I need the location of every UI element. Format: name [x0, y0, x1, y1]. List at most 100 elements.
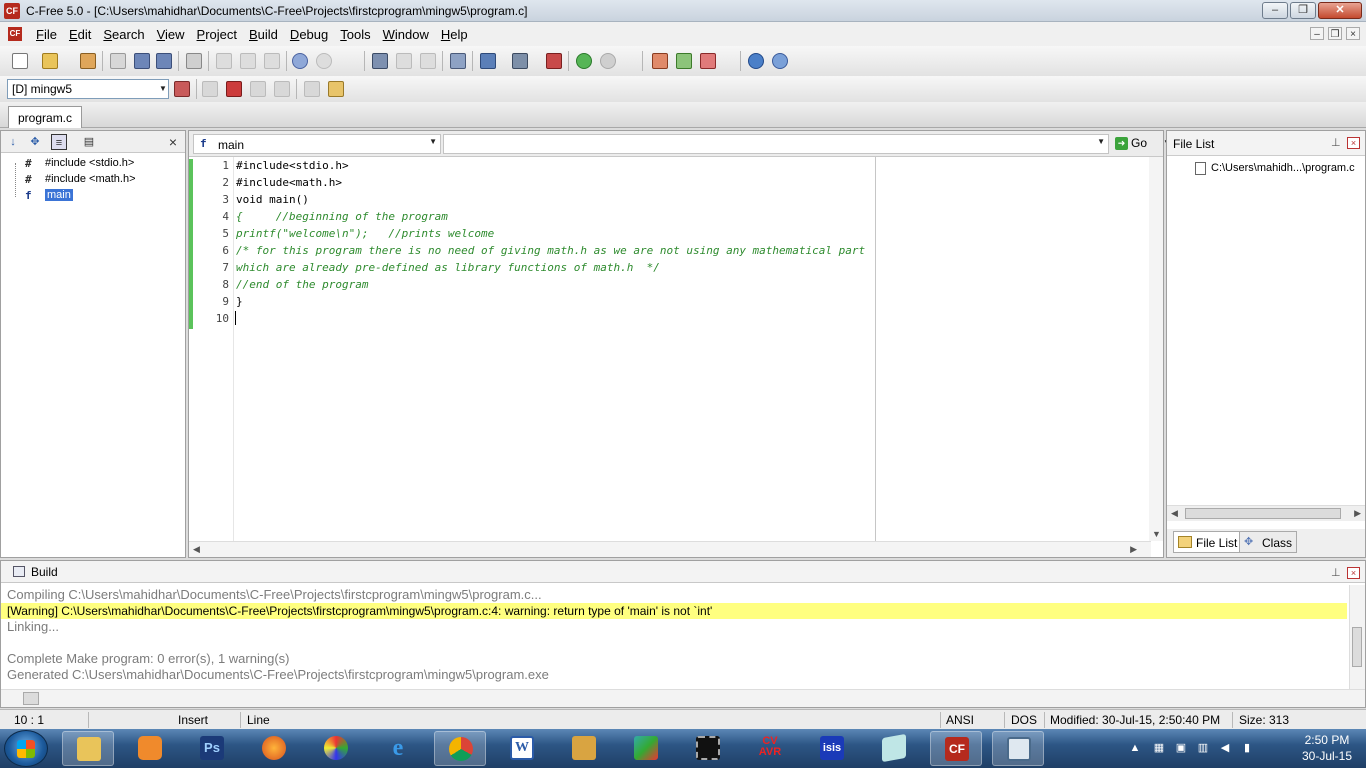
media-player-icon[interactable] — [124, 731, 176, 766]
tree-item-main[interactable]: main — [45, 189, 73, 201]
forward-arrow-icon[interactable] — [600, 53, 616, 69]
mdi-minimize-button[interactable]: – — [1310, 27, 1324, 40]
start-button[interactable] — [4, 730, 48, 767]
word-icon[interactable]: W — [496, 731, 548, 766]
code-line[interactable]: /* for this program there is no need of … — [236, 242, 865, 259]
build-log-line[interactable] — [1, 635, 1347, 651]
menu-help[interactable]: Help — [435, 27, 474, 42]
new-file-icon[interactable] — [12, 53, 28, 69]
tab-file-list[interactable]: File List — [1173, 531, 1243, 553]
pin-icon[interactable]: ⊥ — [1331, 136, 1341, 149]
file-list-item[interactable]: C:\Users\mahidh...\program.c — [1195, 162, 1355, 175]
action-center-icon[interactable]: ▦ — [1152, 741, 1166, 755]
redo-icon[interactable] — [316, 53, 332, 69]
internet-explorer-icon[interactable]: e — [372, 731, 424, 766]
replace-icon[interactable] — [420, 53, 436, 69]
power-icon[interactable]: ▮ — [1240, 741, 1254, 755]
firefox-icon[interactable] — [248, 731, 300, 766]
run-icon[interactable] — [202, 81, 218, 97]
isis-icon[interactable]: isis — [806, 731, 858, 766]
function-select[interactable]: f main ▼ — [193, 134, 441, 154]
mdi-restore-button[interactable]: ❐ — [1328, 27, 1342, 40]
c-free-app-icon[interactable]: CF — [4, 3, 20, 19]
chip-icon[interactable] — [682, 731, 734, 766]
compile-icon[interactable] — [480, 53, 496, 69]
bookmark-next-icon[interactable] — [676, 53, 692, 69]
close-icon[interactable]: × — [1347, 567, 1360, 579]
find-in-files-icon[interactable] — [450, 53, 466, 69]
find-icon[interactable] — [372, 53, 388, 69]
copy-icon[interactable] — [240, 53, 256, 69]
menu-search[interactable]: Search — [97, 27, 150, 42]
scroll-thumb[interactable] — [23, 692, 39, 705]
file-list-horizontal-scrollbar[interactable]: ◀ ▶ — [1167, 505, 1365, 521]
build-warning-line[interactable]: [Warning] C:\Users\mahidhar\Documents\C-… — [1, 603, 1347, 619]
build-log-line[interactable]: Generated C:\Users\mahidhar\Documents\C-… — [1, 667, 1347, 683]
scroll-right-icon[interactable]: ▶ — [1130, 544, 1137, 555]
notes-icon[interactable] — [868, 731, 920, 766]
print-icon[interactable] — [186, 53, 202, 69]
open-project-icon[interactable] — [80, 53, 96, 69]
scroll-down-icon[interactable]: ▼ — [1152, 529, 1161, 539]
code-line[interactable]: which are already pre-defined as library… — [236, 259, 660, 276]
chevron-down-icon[interactable]: ▼ — [1097, 137, 1105, 146]
sort-icon[interactable]: ↓ — [5, 134, 21, 150]
tab-class[interactable]: ✥ Class — [1239, 531, 1298, 553]
code-line[interactable]: printf("welcome\n"); //prints welcome — [236, 225, 494, 242]
menu-edit[interactable]: Edit — [63, 27, 97, 42]
build-log-line[interactable]: Compiling C:\Users\mahidhar\Documents\C-… — [1, 587, 1347, 603]
menu-project[interactable]: Project — [191, 27, 243, 42]
breakpoint-icon[interactable] — [304, 81, 320, 97]
menu-tools[interactable]: Tools — [334, 27, 376, 42]
back-arrow-icon[interactable] — [576, 53, 592, 69]
undo-icon[interactable] — [292, 53, 308, 69]
explorer-icon[interactable] — [62, 731, 114, 766]
symbol-select[interactable]: ▼ — [443, 134, 1109, 154]
show-hidden-icons-icon[interactable]: ▲ — [1128, 741, 1142, 755]
close-file-icon[interactable] — [110, 53, 126, 69]
stop-build-icon[interactable] — [546, 53, 562, 69]
code-line[interactable]: { //beginning of the program — [236, 208, 448, 225]
scroll-right-icon[interactable]: ▶ — [1354, 508, 1361, 519]
close-button[interactable]: ✕ — [1318, 2, 1362, 19]
code-line[interactable]: //end of the program — [236, 276, 368, 293]
info-icon[interactable] — [772, 53, 788, 69]
chevron-down-icon[interactable]: ▼ — [159, 81, 167, 97]
code-line[interactable]: #include<math.h> — [236, 174, 342, 191]
help-icon[interactable] — [748, 53, 764, 69]
go-button[interactable]: ➜ Go ▼ — [1113, 135, 1171, 153]
stop-icon[interactable] — [226, 81, 242, 97]
code-text-area[interactable]: #include<stdio.h> #include<math.h> void … — [233, 157, 1151, 541]
find-next-icon[interactable] — [396, 53, 412, 69]
tree-item-include-stdio[interactable]: #include <stdio.h> — [45, 157, 134, 169]
chevron-down-icon[interactable]: ▼ — [429, 137, 437, 146]
close-icon[interactable]: × — [1347, 137, 1360, 149]
minimize-button[interactable]: – — [1262, 2, 1288, 19]
code-line[interactable]: #include<stdio.h> — [236, 157, 349, 174]
paste-icon[interactable] — [264, 53, 280, 69]
scroll-thumb[interactable] — [1352, 627, 1362, 667]
cvavr-icon[interactable]: CV AVR — [744, 731, 796, 766]
scroll-left-icon[interactable]: ◀ — [1171, 508, 1178, 519]
build-icon[interactable] — [512, 53, 528, 69]
pin-icon[interactable]: ⊥ — [1331, 566, 1341, 579]
save-icon[interactable] — [134, 53, 150, 69]
hand-icon[interactable] — [328, 81, 344, 97]
build-log-line[interactable]: Linking... — [1, 619, 1347, 635]
c-free-icon[interactable]: CF — [930, 731, 982, 766]
paint-icon[interactable] — [310, 731, 362, 766]
menu-file[interactable]: File — [30, 27, 63, 42]
bookmark-clear-icon[interactable] — [700, 53, 716, 69]
menu-debug[interactable]: Debug — [284, 27, 334, 42]
pencil-icon[interactable] — [620, 731, 672, 766]
chrome-icon[interactable] — [434, 731, 486, 766]
network-icon[interactable]: ▥ — [1196, 741, 1210, 755]
window-icon[interactable] — [992, 731, 1044, 766]
restore-button[interactable]: ❐ — [1290, 2, 1316, 19]
editor-vertical-scrollbar[interactable]: ▼ — [1149, 157, 1163, 541]
list-view-icon[interactable]: ▤ — [81, 134, 97, 150]
build-vertical-scrollbar[interactable] — [1349, 585, 1365, 689]
bookmark-add-icon[interactable] — [652, 53, 668, 69]
menu-build[interactable]: Build — [243, 27, 284, 42]
keyboard-icon[interactable]: ▣ — [1174, 741, 1188, 755]
